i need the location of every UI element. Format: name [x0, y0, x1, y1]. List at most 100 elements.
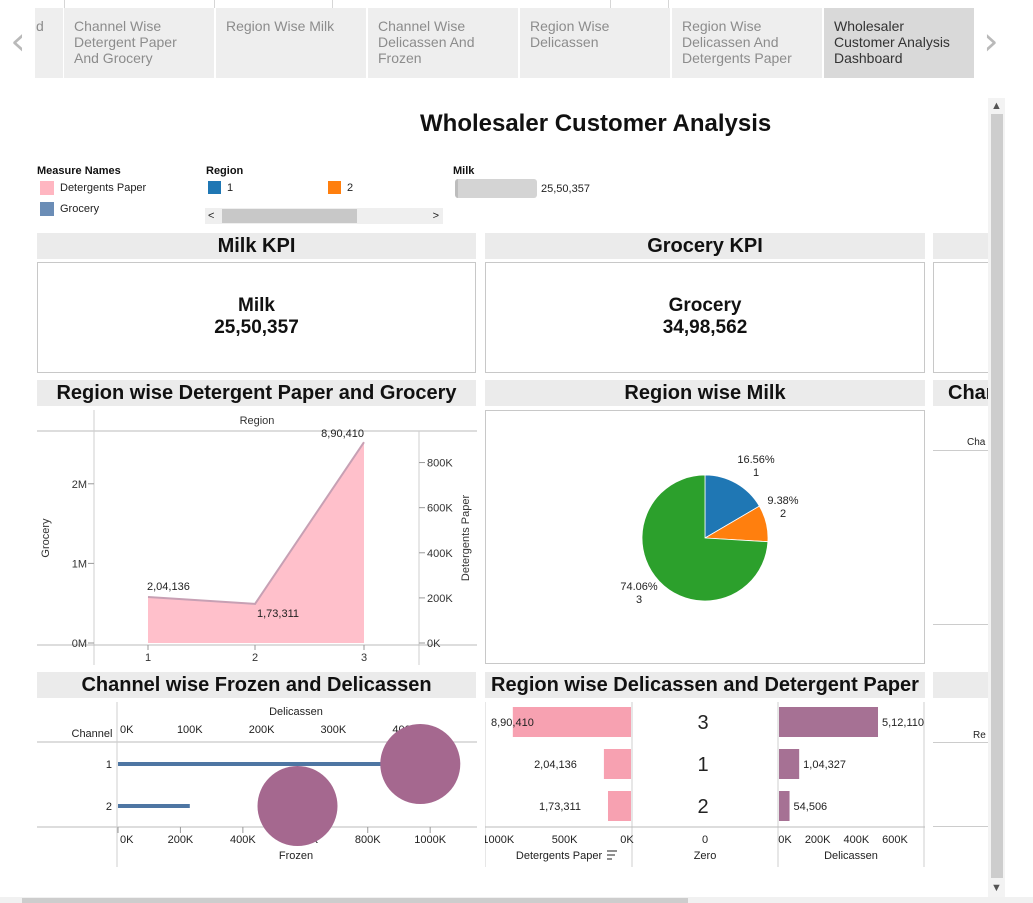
x-tick-label: 2 [252, 652, 258, 664]
divider [668, 0, 669, 8]
cut-kpi-header [933, 233, 988, 259]
right-axis-label: Delicassen [824, 850, 878, 862]
tab-wholesaler-dashboard[interactable]: Wholesaler Customer Analysis Dashboard [824, 8, 974, 78]
legend-label: Grocery [60, 203, 100, 215]
legend-item-region-2[interactable]: 2 [328, 181, 353, 194]
tab-channel-wise-detergent-paper-grocery[interactable]: Channel Wise Detergent Paper And Grocery [64, 8, 214, 78]
delicassen-circle-channel-2 [257, 766, 338, 846]
region-legend-scrollbar[interactable]: < > [205, 208, 443, 224]
previous-story-point-icon[interactable]: ‹ [3, 22, 33, 60]
middle-axis-label: Zero [694, 850, 717, 862]
milk-size-legend-bar [455, 179, 537, 198]
region-det-grocery-chart: Region Grocery Detergents Paper 0M 1M 2M 0K… [37, 410, 477, 665]
region-cut-chart: Re [933, 702, 988, 827]
scroll-left-icon[interactable]: < [208, 208, 214, 224]
detergents-paper-bar-region-2 [607, 791, 631, 821]
x-tick-label: 3 [361, 652, 367, 664]
top-tick-label: 0K [120, 724, 134, 736]
legend-label: 2 [347, 181, 354, 194]
region-det-grocery-header: Region wise Detergent Paper and Grocery [37, 380, 476, 406]
milk-legend-value: 25,50,357 [541, 183, 590, 195]
cut-bottom-header [933, 672, 988, 698]
channel-frozen-deli-chart: Channel Delicassen Frozen 0K 100K 200K 300K… [37, 702, 477, 867]
region-deli-det-header: Region wise Delicassen and Detergent Pap… [485, 672, 925, 698]
y-right-tick-label: 0K [427, 638, 441, 650]
measure-names-legend-title: Measure Names [37, 165, 121, 177]
scroll-up-icon[interactable]: ▲ [988, 98, 1005, 114]
channel-axis-label: Cha [967, 437, 986, 448]
horizontal-scrollbar[interactable] [0, 897, 1033, 903]
detergents-paper-value-label: 8,90,410 [491, 717, 534, 729]
data-label: 2,04,136 [147, 581, 190, 593]
delicassen-bar-region-2 [779, 791, 790, 821]
tab-region-wise-delicassen[interactable]: Region Wise Delicassen [520, 8, 670, 78]
right-tick-label: 600K [882, 834, 908, 846]
region-deli-det-chart: Detergents Paper Zero Delicassen 1000K 50… [485, 702, 925, 867]
legend-item-region-1[interactable]: 1 [208, 181, 233, 194]
tab-region-wise-milk[interactable]: Region Wise Milk [216, 8, 366, 78]
milk-kpi-header: Milk KPI [37, 233, 476, 259]
top-tick-label: 300K [321, 724, 347, 736]
tab-region-wise-delicassen-detergents-paper[interactable]: Region Wise Delicassen And Detergents Pa… [672, 8, 822, 78]
scroll-down-icon[interactable]: ▼ [988, 880, 1005, 896]
dashboard: Wholesaler Customer Analysis Measure Nam… [0, 80, 988, 898]
region-milk-header: Region wise Milk [485, 380, 925, 406]
legend-label: 1 [227, 181, 234, 194]
kpi-value: 25,50,357 [214, 317, 299, 338]
delicassen-value-label: 54,506 [794, 801, 828, 813]
grocery-kpi-card: Grocery 34,98,562 [485, 262, 925, 373]
region-label: 1 [697, 754, 708, 776]
region-legend-title: Region [206, 165, 244, 177]
data-label: 1,73,311 [257, 608, 299, 620]
story-navigator: ‹ d Channel Wise Detergent Paper And Gro… [0, 0, 1033, 80]
channel-row-label: 2 [106, 801, 112, 813]
channel-cut-header: Char [933, 380, 988, 406]
right-tick-label: 400K [843, 834, 869, 846]
top-tick-label: 100K [177, 724, 203, 736]
divider [933, 450, 988, 451]
region-milk-chart-frame: 16.56% 1 9.38% 2 74.06% 3 [485, 410, 925, 664]
delicassen-value-label: 5,12,110 [882, 717, 924, 729]
y-left-axis-label: Grocery [40, 518, 52, 558]
left-tick-label: 1000K [485, 834, 515, 846]
divider [933, 742, 988, 743]
region-axis-label: Re [973, 730, 986, 741]
sort-icon[interactable] [607, 850, 617, 860]
milk-legend-title: Milk [453, 165, 475, 177]
detergents-paper-bar-region-1 [603, 749, 631, 779]
region-milk-pie: 16.56%1 9.38%2 74.06%3 [620, 454, 798, 606]
channel-frozen-deli-header: Channel wise Frozen and Delicassen [37, 672, 476, 698]
left-tick-label: 0K [620, 834, 634, 846]
legend-item-grocery[interactable]: Grocery [40, 202, 99, 216]
scrollbar-thumb[interactable] [222, 209, 357, 223]
channel-cut-chart: Cha [933, 425, 988, 625]
slice-percent-label: 9.38% [767, 495, 798, 507]
delicassen-bar-region-1 [779, 749, 800, 779]
bottom-tick-label: 400K [230, 834, 256, 846]
legend-swatch [40, 181, 54, 195]
right-tick-label: 0K [778, 834, 792, 846]
slice-percent-label: 74.06% [620, 581, 658, 593]
tab-channel-wise-delicassen-frozen[interactable]: Channel Wise Delicassen And Frozen [368, 8, 518, 78]
vertical-scrollbar[interactable]: ▲ ▼ [988, 98, 1005, 898]
legend-item-detergents-paper[interactable]: Detergents Paper [40, 181, 146, 195]
y-left-tick-label: 2M [72, 479, 87, 491]
delicassen-value-label: 1,04,327 [803, 759, 846, 771]
legend-swatch [328, 181, 341, 194]
divider [214, 0, 215, 8]
kpi-label: Milk [238, 295, 275, 316]
y-left-tick-label: 1M [72, 558, 87, 570]
next-story-point-icon[interactable]: › [976, 22, 1006, 60]
scrollbar-thumb[interactable] [991, 114, 1003, 878]
slice-region-label: 3 [636, 594, 642, 606]
y-right-tick-label: 200K [427, 593, 453, 605]
tab-partial[interactable]: d [35, 8, 63, 78]
bottom-axis-label: Frozen [279, 850, 313, 862]
x-tick-label: 1 [145, 652, 151, 664]
left-tick-label: 500K [552, 834, 578, 846]
y-left-tick-label: 0M [72, 638, 87, 650]
detergents-paper-value-label: 1,73,311 [539, 801, 581, 813]
scroll-right-icon[interactable]: > [433, 208, 439, 224]
legend-swatch [40, 202, 54, 216]
scrollbar-thumb[interactable] [22, 898, 688, 903]
